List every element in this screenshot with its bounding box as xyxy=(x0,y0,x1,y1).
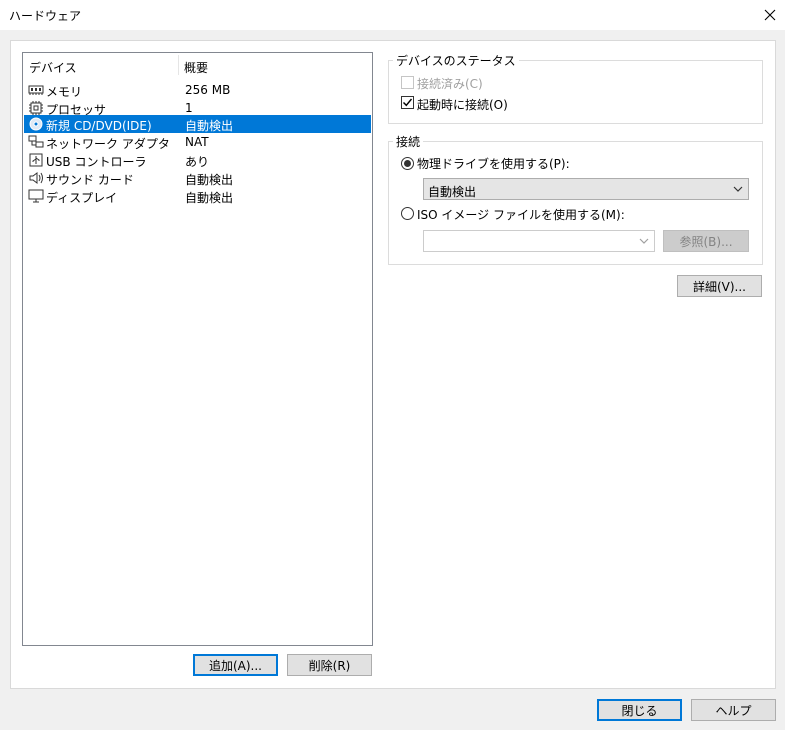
device-row-display[interactable]: ディスプレイ 自動検出 xyxy=(24,187,371,205)
close-button[interactable]: 閉じる xyxy=(597,699,682,721)
device-name: ディスプレイ xyxy=(46,191,118,205)
add-device-button[interactable]: 追加(A)... xyxy=(193,654,278,676)
device-name: ネットワーク アダプタ xyxy=(46,137,170,151)
physical-drive-radio[interactable] xyxy=(401,157,414,170)
display-icon xyxy=(28,189,44,203)
physical-drive-value: 自動検出 xyxy=(428,185,477,199)
device-summary: NAT xyxy=(185,135,209,149)
device-row-sound-card[interactable]: サウンド カード 自動検出 xyxy=(24,169,371,187)
connect-at-power-on-checkbox[interactable] xyxy=(401,96,414,109)
memory-icon xyxy=(28,85,44,95)
device-name: メモリ xyxy=(46,85,83,99)
device-row-cd-dvd[interactable]: 新規 CD/DVD(IDE) 自動検出 xyxy=(24,115,371,133)
help-button[interactable]: ヘルプ xyxy=(691,699,776,721)
cd-dvd-icon xyxy=(29,117,43,131)
chevron-down-icon xyxy=(733,186,743,192)
title-bar: ハードウェア xyxy=(0,0,785,30)
connected-label: 接続済み(C) xyxy=(417,77,483,91)
network-adapter-icon xyxy=(28,135,44,148)
device-summary: 256 MB xyxy=(185,83,231,97)
chevron-down-icon xyxy=(639,238,649,244)
usb-controller-icon xyxy=(29,153,43,167)
device-summary: 自動検出 xyxy=(185,119,234,133)
device-summary: 1 xyxy=(185,101,193,115)
device-name: USB コントローラ xyxy=(46,155,147,169)
device-summary: 自動検出 xyxy=(185,173,234,187)
advanced-button[interactable]: 詳細(V)... xyxy=(677,275,762,297)
device-status-group xyxy=(388,60,763,124)
connected-checkbox[interactable] xyxy=(401,76,414,89)
device-name: 新規 CD/DVD(IDE) xyxy=(46,119,152,133)
window-title: ハードウェア xyxy=(9,9,82,23)
remove-device-button[interactable]: 削除(R) xyxy=(287,654,372,676)
device-row-network-adapter[interactable]: ネットワーク アダプタ NAT xyxy=(24,133,371,151)
iso-image-radio[interactable] xyxy=(401,207,414,220)
iso-image-label: ISO イメージ ファイルを使用する(M): xyxy=(417,208,625,222)
device-name: サウンド カード xyxy=(46,173,134,187)
device-row-memory[interactable]: メモリ 256 MB xyxy=(24,81,371,99)
column-divider[interactable] xyxy=(178,55,179,75)
browse-button[interactable]: 参照(B)... xyxy=(663,230,749,252)
iso-image-path-select[interactable] xyxy=(423,230,655,252)
physical-drive-select[interactable]: 自動検出 xyxy=(423,178,749,200)
close-window-button[interactable] xyxy=(755,0,785,30)
column-header-device[interactable]: デバイス xyxy=(29,59,77,76)
connect-at-power-on-label: 起動時に接続(O) xyxy=(417,98,508,112)
connection-title: 接続 xyxy=(393,133,424,150)
device-summary: 自動検出 xyxy=(185,191,234,205)
device-list[interactable]: デバイス 概要 メモリ 256 MB プロセッサ 1 新規 CD/DVD(IDE… xyxy=(22,52,373,646)
physical-drive-label: 物理ドライブを使用する(P): xyxy=(417,157,570,171)
radio-dot xyxy=(404,160,411,167)
device-summary: あり xyxy=(185,155,210,169)
column-header-summary[interactable]: 概要 xyxy=(184,59,208,76)
sound-card-icon xyxy=(29,172,43,184)
device-status-title: デバイスのステータス xyxy=(393,52,519,69)
device-row-usb-controller[interactable]: USB コントローラ あり xyxy=(24,151,371,169)
close-icon xyxy=(764,9,776,21)
list-header: デバイス 概要 xyxy=(23,53,372,77)
processor-icon xyxy=(29,101,43,115)
checkmark-icon xyxy=(403,98,413,107)
